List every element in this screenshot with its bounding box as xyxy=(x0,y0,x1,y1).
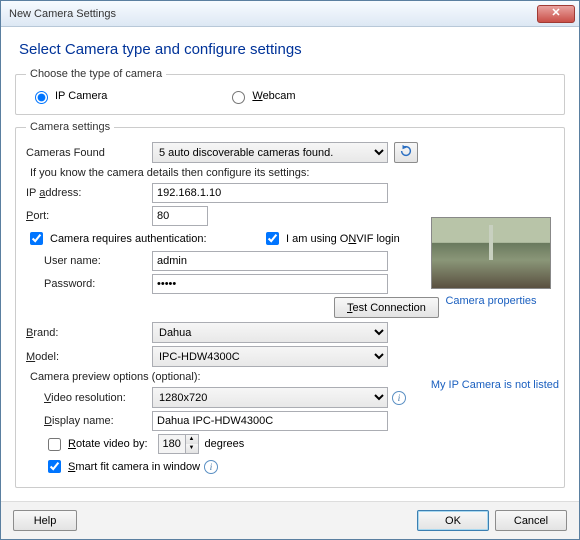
label-cameras-found: Cameras Found xyxy=(26,147,152,159)
rotate-value[interactable] xyxy=(159,435,185,453)
label-ip-address: IP address: xyxy=(26,187,152,199)
radio-webcam-input[interactable] xyxy=(232,91,245,104)
radio-ip-camera[interactable]: IP Camera xyxy=(30,88,107,104)
select-cameras-found[interactable]: 5 auto discoverable cameras found. xyxy=(152,142,388,163)
radio-webcam[interactable]: Webcam xyxy=(227,88,295,104)
select-resolution[interactable]: 1280x720 xyxy=(152,387,388,408)
label-username: User name: xyxy=(26,255,152,267)
camera-preview-thumbnail xyxy=(431,217,551,289)
label-brand: Brand: xyxy=(26,327,152,339)
help-button[interactable]: Help xyxy=(13,510,77,531)
checkbox-smart-fit[interactable] xyxy=(48,460,61,473)
group-camera-type-legend: Choose the type of camera xyxy=(26,68,166,80)
info-icon[interactable]: i xyxy=(392,391,406,405)
titlebar: New Camera Settings ✕ xyxy=(1,1,579,27)
rotate-up[interactable]: ▲ xyxy=(185,435,198,444)
dialog-new-camera-settings: New Camera Settings ✕ Select Camera type… xyxy=(0,0,580,540)
window-title: New Camera Settings xyxy=(9,8,537,20)
refresh-button[interactable] xyxy=(394,142,418,163)
info-icon[interactable]: i xyxy=(204,460,218,474)
label-model: Model: xyxy=(26,351,152,363)
link-not-listed[interactable]: My IP Camera is not listed xyxy=(431,379,559,391)
test-connection-button[interactable]: Test Connection xyxy=(334,297,439,318)
select-model[interactable]: IPC-HDW4300C xyxy=(152,346,388,367)
label-degrees: degrees xyxy=(205,438,245,450)
page-heading: Select Camera type and configure setting… xyxy=(19,41,565,58)
radio-webcam-label: Webcam xyxy=(252,90,295,102)
label-port: Port: xyxy=(26,210,152,222)
ip-address-input[interactable] xyxy=(152,183,388,203)
rotate-spinner[interactable]: ▲ ▼ xyxy=(158,434,199,454)
radio-ip-camera-input[interactable] xyxy=(35,91,48,104)
label-onvif: I am using ONVIF login xyxy=(286,233,400,245)
password-input[interactable] xyxy=(152,274,388,294)
link-camera-properties[interactable]: Camera properties xyxy=(445,295,536,307)
rotate-down[interactable]: ▼ xyxy=(185,444,198,453)
label-rotate: Rotate video by: xyxy=(68,438,148,450)
label-resolution: Video resolution: xyxy=(26,392,152,404)
dialog-content: Select Camera type and configure setting… xyxy=(1,27,579,501)
group-camera-type: Choose the type of camera IP Camera Webc… xyxy=(15,68,565,115)
group-camera-settings-legend: Camera settings xyxy=(26,121,114,133)
label-display-name: Display name: xyxy=(26,415,152,427)
dialog-footer: Help OK Cancel xyxy=(1,501,579,539)
label-smart-fit: Smart fit camera in window xyxy=(68,461,200,473)
radio-ip-camera-label: IP Camera xyxy=(55,90,107,102)
label-requires-auth: Camera requires authentication: xyxy=(50,233,207,245)
close-icon: ✕ xyxy=(551,8,560,19)
refresh-icon xyxy=(399,144,413,161)
ok-button[interactable]: OK xyxy=(417,510,489,531)
close-button[interactable]: ✕ xyxy=(537,5,575,23)
checkbox-onvif[interactable] xyxy=(266,232,279,245)
checkbox-requires-auth[interactable] xyxy=(30,232,43,245)
label-password: Password: xyxy=(26,278,152,290)
username-input[interactable] xyxy=(152,251,388,271)
checkbox-rotate[interactable] xyxy=(48,438,61,451)
cancel-button[interactable]: Cancel xyxy=(495,510,567,531)
port-input[interactable] xyxy=(152,206,208,226)
display-name-input[interactable] xyxy=(152,411,388,431)
select-brand[interactable]: Dahua xyxy=(152,322,388,343)
hint-text: If you know the camera details then conf… xyxy=(30,167,554,179)
preview-column: Camera properties xyxy=(431,217,551,307)
